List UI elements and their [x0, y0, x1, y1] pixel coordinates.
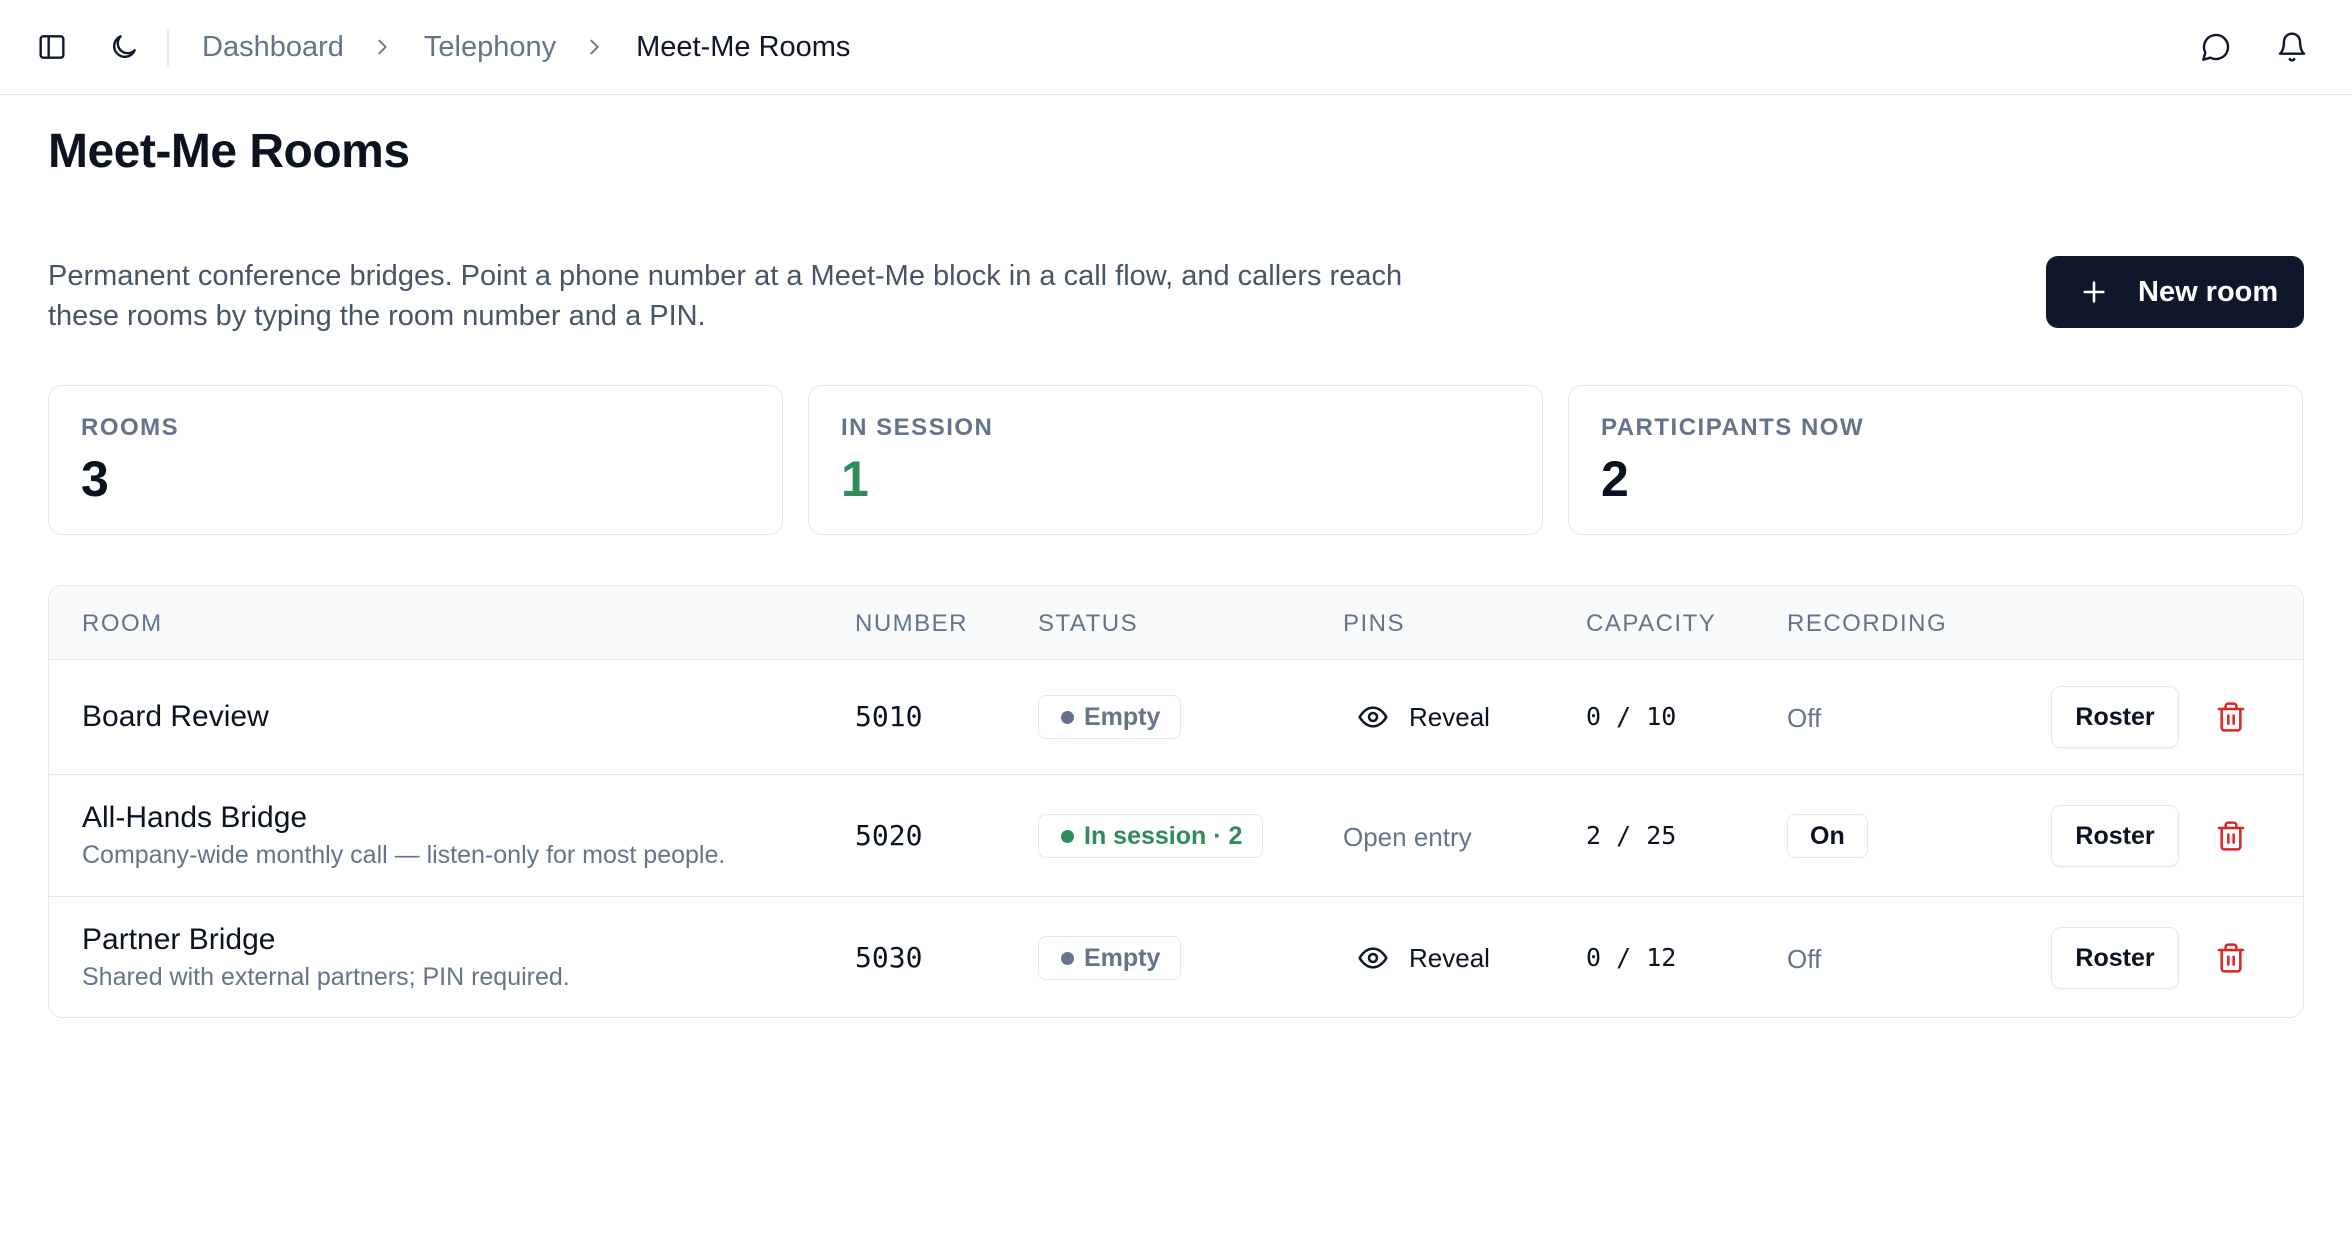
- stat-value: 1: [841, 451, 869, 507]
- new-room-label: New room: [2138, 275, 2279, 308]
- chevron-right-icon: [371, 36, 393, 58]
- room-description: Shared with external partners; PIN requi…: [82, 963, 570, 991]
- eye-icon: [1357, 701, 1389, 733]
- status-label: In session · 2: [1084, 821, 1243, 850]
- recording-badge: On: [1787, 814, 1868, 858]
- delete-room-button[interactable]: [2215, 820, 2247, 852]
- status-dot: [1061, 829, 1074, 843]
- new-room-button[interactable]: New room: [2046, 256, 2304, 328]
- eye-icon: [1357, 942, 1389, 974]
- message-icon: [2200, 31, 2232, 63]
- capacity-value: 0 / 10: [1586, 702, 1677, 731]
- stat-label: ROOMS: [81, 414, 180, 441]
- delete-room-button[interactable]: [2215, 942, 2247, 974]
- room-name: All-Hands Bridge: [82, 801, 308, 834]
- roster-button[interactable]: Roster: [2051, 805, 2179, 867]
- capacity-value: 2 / 25: [1586, 821, 1677, 850]
- trash-icon: [2215, 701, 2247, 733]
- stat-value: 3: [81, 451, 109, 507]
- page-description: Permanent conference bridges. Point a ph…: [48, 260, 1403, 332]
- capacity-value: 0 / 12: [1586, 943, 1677, 972]
- status-label: Empty: [1084, 702, 1161, 731]
- table-row: All-Hands Bridge Company-wide monthly ca…: [49, 775, 2303, 897]
- breadcrumb-telephony[interactable]: Telephony: [424, 31, 556, 64]
- room-info: All-Hands Bridge Company-wide monthly ca…: [82, 801, 725, 870]
- column-header-capacity: CAPACITY: [1586, 610, 1717, 637]
- room-number: 5030: [855, 941, 923, 974]
- plus-icon: [2080, 278, 2108, 306]
- table-header: ROOM NUMBER STATUS PINS CAPACITY RECORDI…: [49, 586, 2303, 660]
- status-label: Empty: [1084, 943, 1161, 972]
- room-number: 5010: [855, 700, 923, 733]
- reveal-pins-button[interactable]: Reveal: [1343, 695, 1490, 739]
- recording-status: Off: [1787, 703, 1822, 733]
- notifications-button[interactable]: [2272, 27, 2312, 67]
- delete-room-button[interactable]: [2215, 701, 2247, 733]
- roster-button[interactable]: Roster: [2051, 686, 2179, 748]
- trash-icon: [2215, 820, 2247, 852]
- recording-status: Off: [1787, 944, 1822, 974]
- column-header-recording: RECORDING: [1787, 610, 1948, 637]
- bell-icon: [2276, 31, 2308, 63]
- reveal-label: Reveal: [1409, 942, 1490, 973]
- stat-card-rooms: ROOMS 3: [48, 385, 783, 535]
- table-row: Partner Bridge Shared with external part…: [49, 897, 2303, 1017]
- status-badge: In session · 2: [1038, 814, 1264, 858]
- stat-label: IN SESSION: [841, 414, 994, 441]
- room-name: Board Review: [82, 700, 269, 733]
- column-header-pins: PINS: [1343, 610, 1406, 637]
- trash-icon: [2215, 942, 2247, 974]
- status-dot: [1061, 710, 1074, 724]
- reveal-pins-button[interactable]: Reveal: [1343, 936, 1490, 980]
- room-name: Partner Bridge: [82, 923, 276, 956]
- pins-open-entry: Open entry: [1343, 822, 1472, 852]
- roster-button[interactable]: Roster: [2051, 927, 2179, 989]
- stat-label: PARTICIPANTS NOW: [1601, 414, 1865, 441]
- topbar-divider: [167, 30, 169, 66]
- top-bar: Dashboard Telephony Meet-Me Rooms: [0, 0, 2352, 95]
- page-title: Meet-Me Rooms: [48, 125, 410, 178]
- sidebar-toggle-button[interactable]: [32, 27, 72, 67]
- reveal-label: Reveal: [1409, 701, 1490, 732]
- messages-button[interactable]: [2196, 27, 2236, 67]
- column-header-status: STATUS: [1038, 610, 1139, 637]
- chevron-right-icon: [583, 36, 605, 58]
- room-description: Company-wide monthly call — listen-only …: [82, 841, 726, 869]
- stat-card-in-session: IN SESSION 1: [808, 385, 1543, 535]
- status-badge: Empty: [1038, 936, 1182, 980]
- breadcrumb: Dashboard Telephony Meet-Me Rooms: [202, 27, 850, 67]
- status-dot: [1061, 951, 1074, 965]
- sidebar-toggle-icon: [36, 31, 68, 63]
- status-badge: Empty: [1038, 695, 1182, 739]
- room-info: Partner Bridge Shared with external part…: [82, 923, 570, 992]
- breadcrumb-dashboard[interactable]: Dashboard: [202, 31, 344, 64]
- theme-toggle-button[interactable]: [104, 27, 144, 67]
- moon-icon: [108, 31, 140, 63]
- stat-card-participants: PARTICIPANTS NOW 2: [1568, 385, 2303, 535]
- room-number: 5020: [855, 819, 923, 852]
- stat-value: 2: [1601, 451, 1629, 507]
- column-header-room: ROOM: [82, 610, 163, 637]
- table-row: Board Review 5010 Empty Reveal 0 / 10 Of…: [49, 660, 2303, 775]
- column-header-number: NUMBER: [855, 610, 969, 637]
- rooms-table: ROOM NUMBER STATUS PINS CAPACITY RECORDI…: [48, 585, 2304, 1018]
- breadcrumb-current: Meet-Me Rooms: [636, 30, 851, 63]
